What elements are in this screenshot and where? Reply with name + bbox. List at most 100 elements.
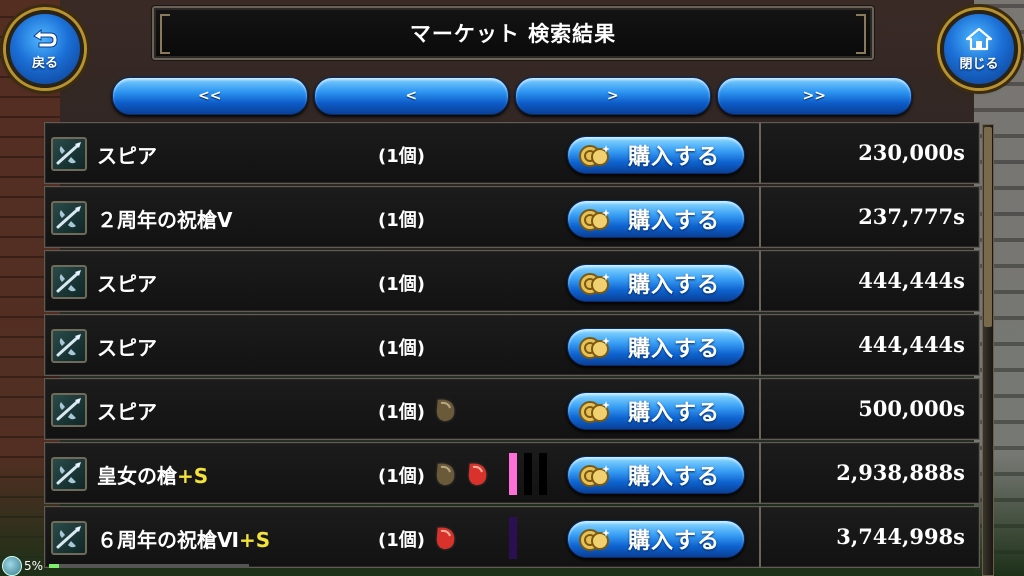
spear-icon	[51, 265, 87, 299]
item-price: 2,938,888s	[836, 460, 965, 485]
market-results-list: スピア (1個) 購入する 230,000s ２周年の祝槍Ⅴ (1個) 購入する 237,77…	[44, 122, 980, 576]
buy-button-label: 購入する	[628, 145, 721, 170]
item-quantity: (1個)	[378, 466, 425, 487]
red-gem-icon	[435, 525, 456, 551]
item-name-text: スピア	[97, 336, 157, 360]
item-price: 500,000s	[858, 396, 965, 421]
loading-progress-fill	[49, 564, 60, 568]
column-divider	[759, 443, 761, 503]
slot-marker	[524, 453, 532, 495]
coin-icon	[578, 398, 612, 424]
close-button[interactable]: 閉じる	[940, 10, 1018, 88]
pagination-bar: << < > >>	[112, 77, 912, 115]
item-name-text: スピア	[97, 400, 157, 424]
home-icon	[965, 27, 993, 50]
column-divider	[759, 507, 761, 567]
back-button[interactable]: 戻る	[6, 10, 84, 88]
column-divider	[759, 251, 761, 311]
slot-marker	[539, 453, 547, 495]
brown-gem-icon	[435, 461, 456, 487]
buy-button-label: 購入する	[628, 401, 721, 426]
item-price: 444,444s	[858, 268, 965, 293]
back-button-label: 戻る	[31, 55, 58, 71]
buy-button[interactable]: 購入する	[567, 136, 745, 174]
item-name: ６周年の祝槍Ⅵ+S	[97, 524, 270, 553]
list-scrollbar[interactable]	[982, 124, 994, 576]
market-item-row: スピア (1個) 購入する 444,444s	[44, 314, 980, 376]
item-price: 237,777s	[858, 204, 965, 229]
buy-button[interactable]: 購入する	[567, 456, 745, 494]
buy-button-label: 購入する	[628, 529, 721, 554]
red-gem-icon	[467, 461, 488, 487]
item-name-text: ６周年の祝槍Ⅵ	[97, 528, 239, 552]
buy-button[interactable]: 購入する	[567, 392, 745, 430]
column-divider	[759, 187, 761, 247]
scrollbar-thumb[interactable]	[984, 127, 992, 327]
item-name-text: 皇女の槍	[97, 464, 177, 488]
item-name: スピア	[97, 140, 157, 169]
item-name: スピア	[97, 332, 157, 361]
item-price: 230,000s	[858, 140, 965, 165]
spear-icon	[51, 393, 87, 427]
brown-gem-icon	[435, 397, 456, 423]
coin-icon	[578, 462, 612, 488]
next-page-button[interactable]: >	[515, 77, 711, 115]
buy-button[interactable]: 購入する	[567, 520, 745, 558]
item-name-text: スピア	[97, 272, 157, 296]
market-item-row: ２周年の祝槍Ⅴ (1個) 購入する 237,777s	[44, 186, 980, 248]
first-page-button[interactable]: <<	[112, 77, 308, 115]
coin-icon	[578, 206, 612, 232]
item-quantity: (1個)	[378, 530, 425, 551]
prev-page-button[interactable]: <	[313, 77, 509, 115]
item-quantity: (1個)	[378, 338, 425, 359]
buy-button-label: 購入する	[628, 209, 721, 234]
coin-icon	[578, 526, 612, 552]
slot-marker	[509, 517, 517, 559]
loading-progress-bar	[49, 564, 250, 568]
buy-button[interactable]: 購入する	[567, 264, 745, 302]
spear-icon	[51, 521, 87, 555]
coin-icon	[578, 270, 612, 296]
column-divider	[759, 123, 761, 183]
buy-button[interactable]: 購入する	[567, 328, 745, 366]
back-arrow-icon	[33, 28, 58, 47]
item-name: スピア	[97, 268, 157, 297]
page-title-text: マーケット 検索結果	[409, 22, 617, 46]
buy-button-label: 購入する	[628, 337, 721, 362]
close-button-label: 閉じる	[959, 56, 999, 72]
item-quantity: (1個)	[378, 402, 425, 423]
buy-button-label: 購入する	[628, 465, 721, 490]
item-price: 444,444s	[858, 332, 965, 357]
item-name-text: スピア	[97, 144, 157, 168]
item-price: 3,744,998s	[836, 524, 965, 549]
item-quantity: (1個)	[378, 274, 425, 295]
item-quantity: (1個)	[378, 146, 425, 167]
item-name-text: ２周年の祝槍Ⅴ	[97, 208, 233, 232]
spear-icon	[51, 137, 87, 171]
item-name: ２周年の祝槍Ⅴ	[97, 204, 232, 233]
coin-icon	[578, 142, 612, 168]
spear-icon	[51, 201, 87, 235]
item-plus-grade: +S	[238, 528, 271, 552]
market-item-row: スピア (1個) 購入する 444,444s	[44, 250, 980, 312]
page-title: マーケット 検索結果	[152, 6, 874, 60]
last-page-button[interactable]: >>	[716, 77, 912, 115]
market-item-row: スピア (1個) 購入する 230,000s	[44, 122, 980, 184]
loading-percent: 5%	[24, 559, 44, 573]
column-divider	[759, 379, 761, 439]
slot-marker	[509, 453, 517, 495]
buy-button[interactable]: 購入する	[567, 200, 745, 238]
market-item-row: スピア (1個) 購入する 500,000s	[44, 378, 980, 440]
coin-icon	[578, 334, 612, 360]
loading-status: 5%	[0, 556, 250, 576]
spear-icon	[51, 329, 87, 363]
market-item-row: 皇女の槍+S (1個) 購入する 2,938,888s	[44, 442, 980, 504]
item-quantity: (1個)	[378, 210, 425, 231]
globe-icon	[2, 556, 22, 576]
item-name: 皇女の槍+S	[97, 460, 208, 489]
item-plus-grade: +S	[177, 464, 209, 488]
spear-icon	[51, 457, 87, 491]
item-name: スピア	[97, 396, 157, 425]
column-divider	[759, 315, 761, 375]
buy-button-label: 購入する	[628, 273, 721, 298]
